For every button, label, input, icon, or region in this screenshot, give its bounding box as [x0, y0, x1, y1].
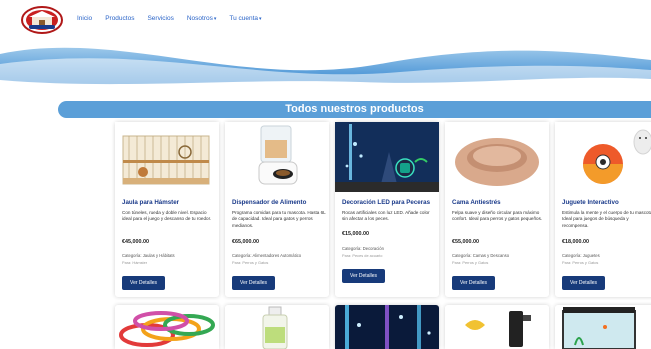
page-title: Todos nuestros productos [285, 103, 424, 115]
product-title: Juguete Interactivo [562, 199, 619, 206]
product-card-partial [445, 305, 549, 349]
product-price: €65,000.00 [232, 239, 259, 245]
header-wave [0, 47, 651, 88]
product-price: €15,000.00 [342, 231, 369, 237]
product-card: Jaula para Hámster Con túneles, rueda y … [115, 122, 219, 297]
product-card-partial [225, 305, 329, 349]
product-price: €18,000.00 [562, 239, 589, 245]
product-card-partial [555, 305, 651, 349]
nav-link-productos[interactable]: Productos [105, 15, 134, 22]
product-price: €45,000.00 [122, 239, 149, 245]
nav-link-servicios[interactable]: Servicios [147, 15, 173, 22]
product-description: Estimula la mente y el cuerpo de tu masc… [562, 210, 651, 228]
product-category: Categoría: Alimentadores Automático [232, 253, 302, 258]
view-details-button[interactable]: Ver Detalles [122, 276, 165, 290]
collars-image [115, 305, 219, 349]
product-category: Categoría: Jaulas y Hábitats [122, 253, 175, 258]
filter-image [445, 305, 549, 349]
nav-link-inicio[interactable]: Inicio [77, 15, 92, 22]
product-price: €55,000.00 [452, 239, 479, 245]
interactive-toy-image [555, 122, 651, 192]
hamster-cage-image [115, 122, 219, 192]
view-details-button[interactable]: Ver Detalles [562, 276, 605, 290]
nav-link-tu-cuenta: Tu cuenta [229, 15, 259, 22]
product-audience: Para: Hámster [122, 260, 148, 265]
product-card: Decoración LED para Peceras Rocas artifi… [335, 122, 439, 297]
product-card: Juguete Interactivo Estimula la mente y … [555, 122, 651, 297]
food-dispenser-image [225, 122, 329, 192]
product-title: Jaula para Hámster [122, 199, 180, 206]
product-card: Dispensador de Alimento Programa comidas… [225, 122, 329, 297]
aquarium-bubbles-image [335, 305, 439, 349]
product-title: Dispensador de Alimento [232, 199, 307, 206]
store-logo-icon[interactable] [21, 6, 63, 34]
product-category: Categoría: Juguetes [562, 253, 600, 258]
product-description: Con túneles, rueda y doble nivel. Espaci… [122, 210, 212, 222]
product-audience: Para: Perros y Gatos [562, 260, 599, 265]
product-description: Rocas artificiales con luz LED. Añade co… [342, 210, 430, 222]
product-category: Categoría: Camas y Descanso [452, 253, 510, 258]
product-card-partial [335, 305, 439, 349]
led-aquarium-image [335, 122, 439, 192]
view-details-button[interactable]: Ver Detalles [232, 276, 275, 290]
fish-tank-image [555, 305, 651, 349]
product-audience: Para: Perros y Gatos [452, 260, 489, 265]
view-details-button[interactable]: Ver Detalles [452, 276, 495, 290]
chevron-down-icon: ▾ [259, 16, 262, 22]
products-banner: Todos nuestros productos [58, 101, 651, 118]
product-card: Cama Antiestrés Felpa suave y diseño cir… [445, 122, 549, 297]
product-title: Decoración LED para Peceras [342, 199, 431, 206]
product-description: Programa comidas para tu mascota. Hasta … [232, 210, 326, 228]
view-details-button[interactable]: Ver Detalles [342, 269, 385, 283]
product-card-partial [115, 305, 219, 349]
product-title: Cama Antiestrés [452, 199, 501, 206]
nav-dropdown-tu-cuenta[interactable]: Tu cuenta▾ [229, 15, 261, 22]
product-description: Felpa suave y diseño circular para máxim… [452, 210, 543, 222]
bottle-image [225, 305, 329, 349]
nav-dropdown-nosotros[interactable]: Nosotros▾ [187, 15, 217, 22]
product-audience: Para: Peces de acuario [342, 253, 383, 258]
product-category: Categoría: Decoración [342, 246, 384, 251]
nav-link-nosotros: Nosotros [186, 15, 213, 22]
pet-bed-image [445, 122, 549, 192]
nav-links: Inicio Productos Servicios Nosotros▾ Tu … [77, 15, 275, 22]
chevron-down-icon: ▾ [213, 16, 217, 22]
product-audience: Para: Perros y Gatos [232, 260, 269, 265]
